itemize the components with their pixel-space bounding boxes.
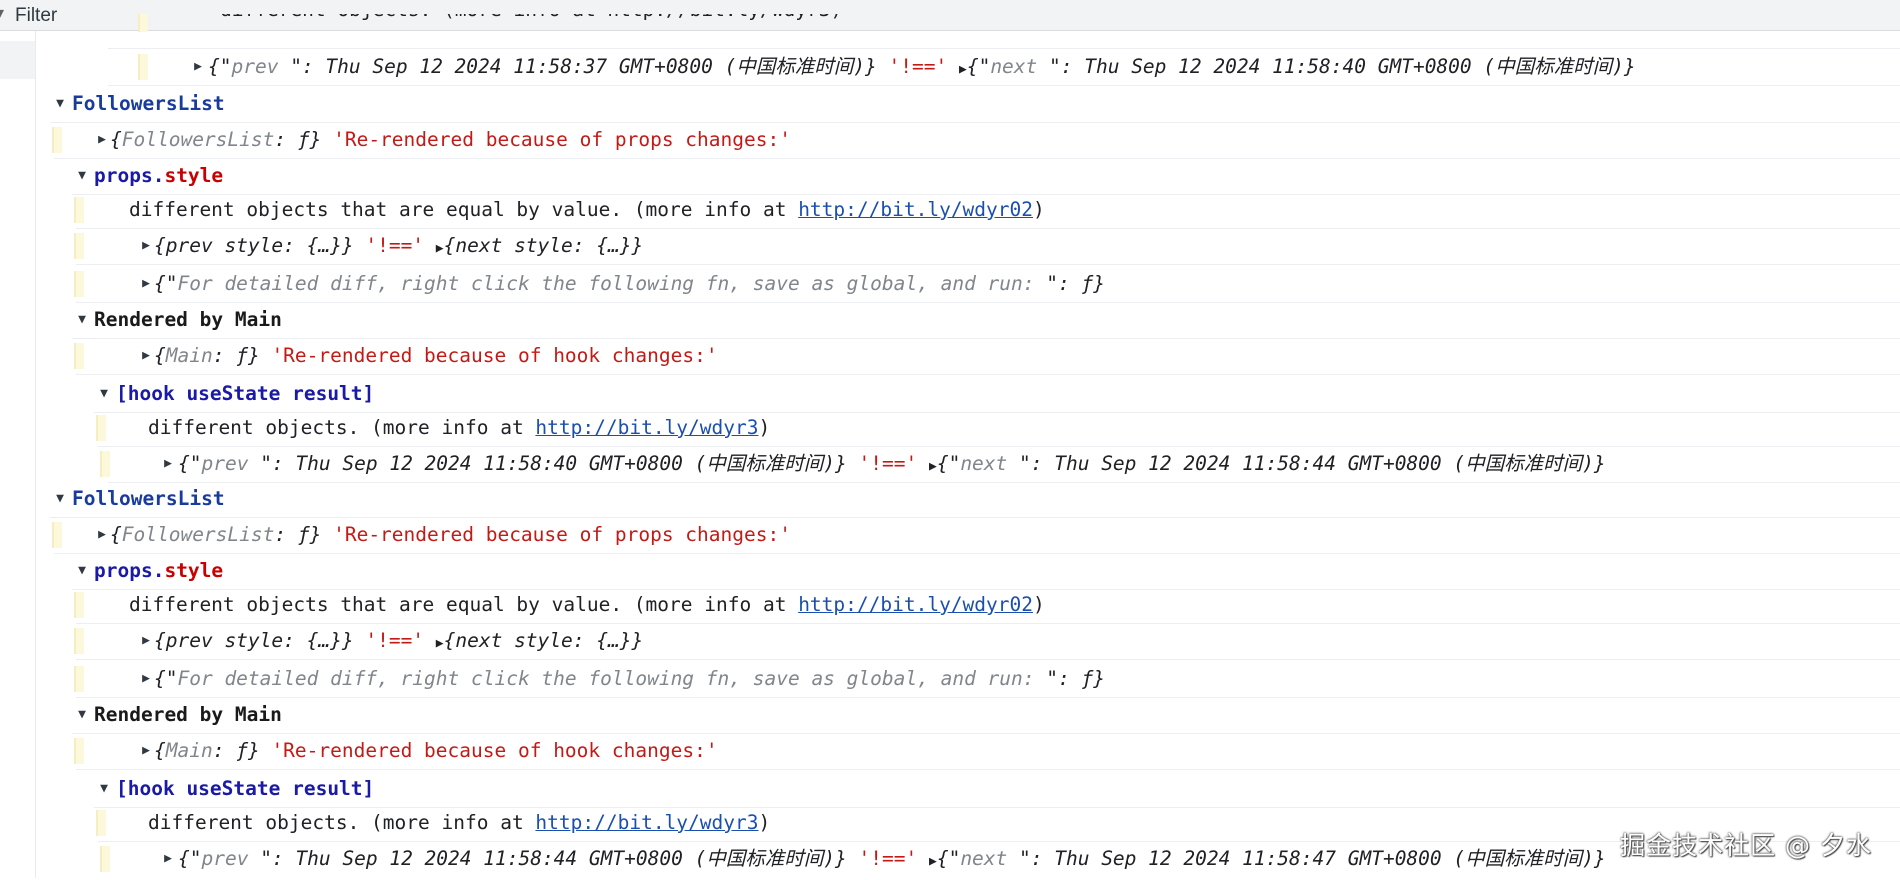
group-header-followerslist[interactable]: ▼ FollowersList: [50, 481, 1900, 518]
caret-down-icon[interactable]: ▼: [94, 771, 114, 807]
group-title[interactable]: FollowersList: [72, 481, 225, 517]
diff-message-row: different objects that are equal by valu…: [74, 587, 1900, 624]
group-title[interactable]: props.style: [94, 158, 223, 194]
caret-right-icon[interactable]: ▶: [136, 623, 156, 659]
gutter-selected-row: [0, 41, 35, 79]
caret-right-icon[interactable]: ▶: [136, 733, 156, 769]
detailed-diff-row[interactable]: ▶ {"For detailed diff, right click the f…: [74, 661, 1900, 698]
caret-right-icon[interactable]: ▶: [136, 228, 156, 264]
caret-right-icon[interactable]: ▶: [136, 338, 156, 374]
main-owner-row[interactable]: ▶ {Main: ƒ} 'Re-rendered because of hook…: [74, 338, 1900, 375]
group-indent-bar: [52, 522, 62, 548]
caret-down-icon[interactable]: ▼: [94, 376, 114, 412]
group-header-rendered-by[interactable]: ▼ Rendered by Main: [72, 697, 1900, 734]
group-indent-bar: [74, 197, 84, 223]
wdyr02-link[interactable]: http://bit.ly/wdyr02: [798, 198, 1033, 221]
caret-right-icon: ▶: [929, 459, 937, 474]
caret-down-icon[interactable]: ▼: [72, 302, 92, 338]
caret-right-icon: ▶: [929, 854, 937, 869]
group-title[interactable]: [hook useState result]: [116, 771, 374, 807]
prev-style-object[interactable]: {prev style: {…}}: [154, 629, 354, 652]
compare-text[interactable]: {"prev ": Thu Sep 12 2024 11:58:37 GMT+0…: [208, 49, 1636, 88]
caret-down-icon[interactable]: ▼: [50, 86, 70, 122]
caret-right-icon[interactable]: ▶: [436, 636, 444, 651]
group-header-props-style[interactable]: ▼ props.style: [72, 553, 1900, 590]
caret-right-icon[interactable]: ▶: [136, 661, 156, 697]
group-header-hook[interactable]: ▼ [hook useState result]: [94, 376, 1900, 413]
caret-right-icon[interactable]: ▶: [92, 122, 112, 158]
prev-next-style-row[interactable]: ▶ {prev style: {…}} '!==' ▶{next style: …: [74, 228, 1900, 265]
log-text: different objects. (more info at http://…: [220, 14, 842, 28]
group-indent-bar: [74, 592, 84, 618]
group-indent-bar: [74, 271, 84, 297]
caret-down-icon[interactable]: ▼: [72, 697, 92, 733]
console-gutter: [0, 31, 36, 878]
wdyr02-link[interactable]: http://bit.ly/wdyr02: [798, 593, 1033, 616]
next-style-object[interactable]: {next style: {…}}: [444, 629, 644, 652]
compare-row[interactable]: ▶ {"prev ": Thu Sep 12 2024 11:58:37 GMT…: [108, 49, 1900, 86]
caret-right-icon[interactable]: ▶: [158, 841, 178, 877]
chevron-down-icon[interactable]: ▾: [0, 3, 4, 23]
caret-right-icon[interactable]: ▶: [436, 241, 444, 256]
group-indent-bar: [74, 343, 84, 369]
diff-text: different objects that are equal by valu…: [129, 198, 799, 221]
group-indent-bar: [74, 738, 84, 764]
group-title[interactable]: [hook useState result]: [116, 376, 374, 412]
console-row-clipped: different objects. (more info at http://…: [108, 14, 1900, 49]
detailed-diff-row[interactable]: ▶ {"For detailed diff, right click the f…: [74, 266, 1900, 303]
hook-message-row: different objects. (more info at http://…: [96, 410, 1900, 447]
owner-row[interactable]: ▶ {FollowersList: ƒ} 'Re-rendered becaus…: [52, 122, 1900, 159]
caret-right-icon[interactable]: ▶: [158, 446, 178, 482]
main-owner-row[interactable]: ▶ {Main: ƒ} 'Re-rendered because of hook…: [74, 733, 1900, 770]
caret-down-icon[interactable]: ▼: [72, 158, 92, 194]
group-indent-bar: [96, 415, 106, 441]
group-indent-bar: [74, 233, 84, 259]
caret-right-icon: ▶: [959, 62, 967, 77]
caret-right-icon[interactable]: ▶: [188, 49, 208, 85]
group-header-hook[interactable]: ▼ [hook useState result]: [94, 771, 1900, 808]
group-header-props-style[interactable]: ▼ props.style: [72, 158, 1900, 195]
group-indent-bar: [100, 846, 110, 872]
prev-next-style-row[interactable]: ▶ {prev style: {…}} '!==' ▶{next style: …: [74, 623, 1900, 660]
diff-message-row: different objects that are equal by valu…: [74, 192, 1900, 229]
hook-text: different objects. (more info at: [148, 416, 536, 439]
group-header-followerslist[interactable]: ▼ FollowersList: [50, 86, 1900, 123]
group-indent-bar: [74, 666, 84, 692]
group-title[interactable]: Rendered by Main: [94, 302, 282, 338]
prev-style-object[interactable]: {prev style: {…}}: [154, 234, 354, 257]
console-output[interactable]: different objects. (more info at http://…: [36, 0, 1900, 878]
group-indent-bar: [74, 628, 84, 654]
caret-down-icon[interactable]: ▼: [50, 481, 70, 517]
next-style-object[interactable]: {next style: {…}}: [444, 234, 644, 257]
group-indent-bar: [138, 54, 148, 80]
group-indent-bar: [138, 14, 148, 32]
wdyr3-link[interactable]: http://bit.ly/wdyr3: [535, 811, 758, 834]
wdyr3-link[interactable]: http://bit.ly/wdyr3: [535, 416, 758, 439]
caret-down-icon[interactable]: ▼: [72, 553, 92, 589]
owner-text[interactable]: {FollowersList: ƒ} 'Re-rendered because …: [110, 122, 791, 158]
caret-right-icon[interactable]: ▶: [136, 266, 156, 302]
owner-row[interactable]: ▶ {FollowersList: ƒ} 'Re-rendered becaus…: [52, 517, 1900, 554]
group-indent-bar: [96, 810, 106, 836]
group-title[interactable]: FollowersList: [72, 86, 225, 122]
group-title[interactable]: Rendered by Main: [94, 697, 282, 733]
group-header-rendered-by[interactable]: ▼ Rendered by Main: [72, 302, 1900, 339]
watermark: 掘金技术社区 @ 夕水: [1620, 831, 1872, 860]
group-indent-bar: [52, 127, 62, 153]
caret-right-icon[interactable]: ▶: [92, 517, 112, 553]
compare-row[interactable]: ▶ {"prev ": Thu Sep 12 2024 11:58:40 GMT…: [100, 446, 1900, 483]
group-indent-bar: [100, 451, 110, 477]
